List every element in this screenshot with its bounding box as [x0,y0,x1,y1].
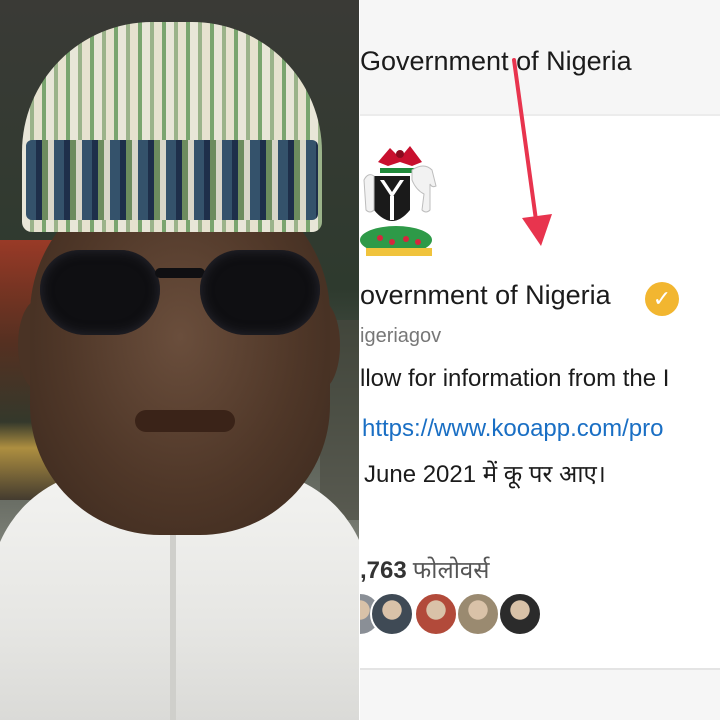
profile-handle: igeriagov [360,325,442,347]
joined-date: June 2021 में कू पर आए। [364,461,606,488]
dark-glasses [40,250,320,340]
right-lens [200,250,320,335]
header-title: Government of Nigeria [360,46,632,76]
card-bottom-border [360,668,720,670]
mouth [135,410,235,432]
followers-count[interactable]: ,763 फोलोवर्स [360,553,490,586]
follower-avatars[interactable] [360,592,560,636]
profile-screenshot: Government of Nigeria overnment of Niger… [360,0,720,720]
verified-badge-icon: ✓ [645,282,679,316]
followers-label: फोलोवर्स [412,557,490,584]
left-lens [40,250,160,335]
glasses-bridge [155,268,205,278]
follower-avatar[interactable] [370,592,414,636]
profile-name: overnment of Nigeria [360,280,611,310]
cap-band [26,140,318,220]
coat-of-arms-icon [360,146,437,256]
follower-avatar[interactable] [498,592,542,636]
profile-bio: llow for information from the I [360,365,670,392]
follower-avatar[interactable] [456,592,500,636]
robe-fold [170,520,176,720]
portrait-photo [0,0,360,720]
follower-avatar[interactable] [414,592,458,636]
followers-number: ,763 [360,557,407,584]
profile-link[interactable]: https://www.kooapp.com/pro [362,415,663,443]
